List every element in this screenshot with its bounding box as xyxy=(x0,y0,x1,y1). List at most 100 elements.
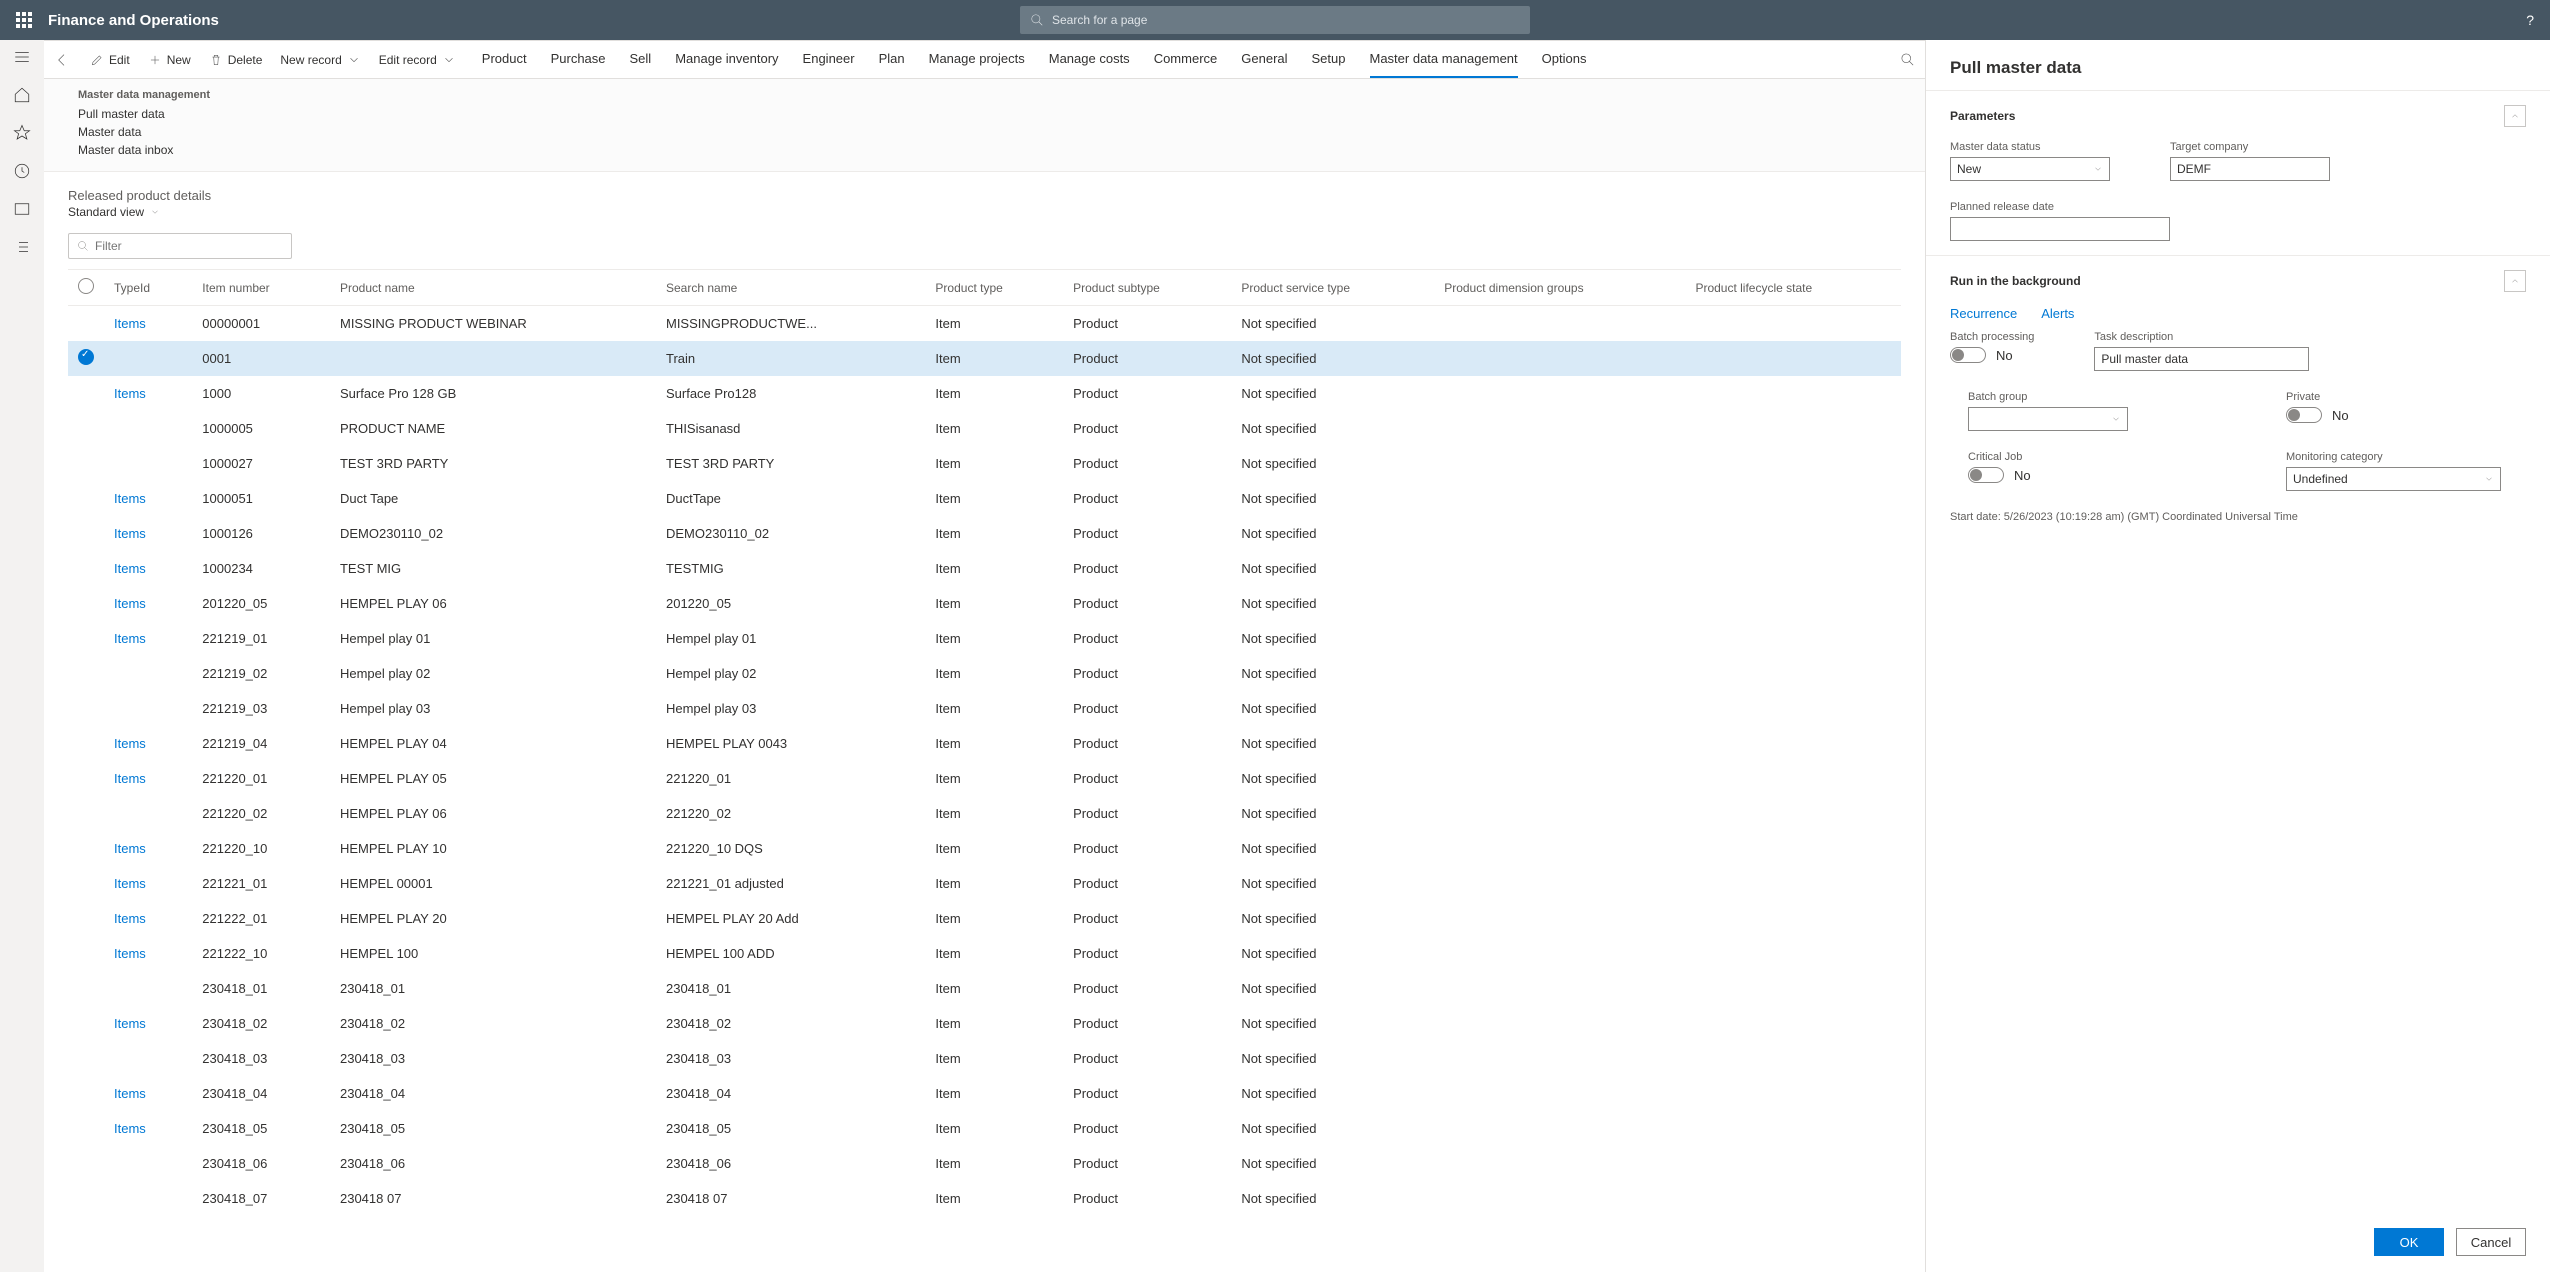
column-header[interactable]: Search name xyxy=(656,270,925,306)
cell[interactable]: Items xyxy=(104,1076,192,1111)
filter-box[interactable] xyxy=(68,233,292,259)
batch-group-select[interactable] xyxy=(1968,407,2128,431)
edit-record-button[interactable]: Edit record xyxy=(379,53,456,67)
table-row[interactable]: Items201220_05HEMPEL PLAY 06201220_05Ite… xyxy=(68,586,1901,621)
tab-sell[interactable]: Sell xyxy=(630,41,652,78)
table-row[interactable]: Items221222_10HEMPEL 100HEMPEL 100 ADDIt… xyxy=(68,936,1901,971)
secondary-link[interactable]: Pull master data xyxy=(78,107,1891,121)
table-row[interactable]: 230418_06230418_06230418_06ItemProductNo… xyxy=(68,1146,1901,1181)
table-row[interactable]: Items221220_10HEMPEL PLAY 10221220_10 DQ… xyxy=(68,831,1901,866)
table-row[interactable]: Items221221_01HEMPEL 00001221221_01 adju… xyxy=(68,866,1901,901)
table-row[interactable]: 1000027TEST 3RD PARTYTEST 3RD PARTYItemP… xyxy=(68,446,1901,481)
cell[interactable]: Items xyxy=(104,621,192,656)
table-row[interactable]: Items221219_01Hempel play 01Hempel play … xyxy=(68,621,1901,656)
master-data-status-select[interactable]: New xyxy=(1950,157,2110,181)
cell[interactable]: Items xyxy=(104,551,192,586)
cell[interactable]: Items xyxy=(104,516,192,551)
monitoring-select[interactable]: Undefined xyxy=(2286,467,2501,491)
critical-toggle[interactable]: No xyxy=(1968,467,2208,483)
cell[interactable]: Items xyxy=(104,866,192,901)
table-row[interactable]: Items1000Surface Pro 128 GBSurface Pro12… xyxy=(68,376,1901,411)
table-row[interactable]: 230418_07230418 07230418 07ItemProductNo… xyxy=(68,1181,1901,1216)
table-row[interactable]: 0001TrainItemProductNot specified xyxy=(68,341,1901,376)
cell[interactable]: Items xyxy=(104,761,192,796)
table-row[interactable]: Items00000001MISSING PRODUCT WEBINARMISS… xyxy=(68,306,1901,342)
table-row[interactable]: 221219_02Hempel play 02Hempel play 02Ite… xyxy=(68,656,1901,691)
cell[interactable]: Items xyxy=(104,586,192,621)
clock-icon[interactable] xyxy=(13,162,31,180)
table-row[interactable]: 221219_03Hempel play 03Hempel play 03Ite… xyxy=(68,691,1901,726)
tab-engineer[interactable]: Engineer xyxy=(803,41,855,78)
cell[interactable]: Items xyxy=(104,726,192,761)
global-search[interactable] xyxy=(1020,6,1530,34)
cancel-button[interactable]: Cancel xyxy=(2456,1228,2526,1256)
tab-manage-costs[interactable]: Manage costs xyxy=(1049,41,1130,78)
tab-product[interactable]: Product xyxy=(482,41,527,78)
table-row[interactable]: Items221222_01HEMPEL PLAY 20HEMPEL PLAY … xyxy=(68,901,1901,936)
alerts-link[interactable]: Alerts xyxy=(2041,306,2074,321)
column-header[interactable]: Item number xyxy=(192,270,330,306)
hamburger-icon[interactable] xyxy=(13,48,31,66)
table-row[interactable]: Items230418_02230418_02230418_02ItemProd… xyxy=(68,1006,1901,1041)
page-title[interactable]: Standard view xyxy=(68,205,1901,219)
star-icon[interactable] xyxy=(13,124,31,142)
task-description-input[interactable] xyxy=(2094,347,2309,371)
column-header[interactable]: Product dimension groups xyxy=(1434,270,1685,306)
table-row[interactable]: 230418_01230418_01230418_01ItemProductNo… xyxy=(68,971,1901,1006)
new-button[interactable]: New xyxy=(148,53,191,67)
target-company-input[interactable] xyxy=(2170,157,2330,181)
tab-commerce[interactable]: Commerce xyxy=(1154,41,1218,78)
cell[interactable]: Items xyxy=(104,936,192,971)
back-icon[interactable] xyxy=(54,52,70,68)
cell[interactable]: Items xyxy=(104,306,192,342)
run-background-header[interactable]: Run in the background xyxy=(1926,256,2550,306)
ok-button[interactable]: OK xyxy=(2374,1228,2444,1256)
search-input[interactable] xyxy=(1052,13,1520,27)
new-record-button[interactable]: New record xyxy=(280,53,360,67)
edit-button[interactable]: Edit xyxy=(90,53,130,67)
delete-button[interactable]: Delete xyxy=(209,53,263,67)
planned-release-input[interactable] xyxy=(1950,217,2170,241)
column-header[interactable]: Product subtype xyxy=(1063,270,1231,306)
select-all-checkbox[interactable] xyxy=(78,278,94,294)
table-row[interactable]: Items1000126DEMO230110_02DEMO230110_02It… xyxy=(68,516,1901,551)
batch-processing-toggle[interactable]: No xyxy=(1950,347,2034,363)
table-row[interactable]: Items1000234TEST MIGTESTMIGItemProductNo… xyxy=(68,551,1901,586)
tab-plan[interactable]: Plan xyxy=(879,41,905,78)
column-header[interactable]: Product type xyxy=(925,270,1063,306)
table-row[interactable]: 221220_02HEMPEL PLAY 06221220_02ItemProd… xyxy=(68,796,1901,831)
home-icon[interactable] xyxy=(13,86,31,104)
find-icon[interactable] xyxy=(1900,52,1915,67)
help-icon[interactable]: ? xyxy=(2526,12,2534,28)
cell[interactable]: Items xyxy=(104,831,192,866)
private-toggle[interactable]: No xyxy=(2286,407,2526,423)
app-launcher-icon[interactable] xyxy=(16,12,32,28)
cell[interactable]: Items xyxy=(104,376,192,411)
column-header[interactable]: Product name xyxy=(330,270,656,306)
secondary-link[interactable]: Master data xyxy=(78,125,1891,139)
table-row[interactable]: 230418_03230418_03230418_03ItemProductNo… xyxy=(68,1041,1901,1076)
row-checkbox[interactable] xyxy=(78,349,94,365)
table-row[interactable]: Items221220_01HEMPEL PLAY 05221220_01Ite… xyxy=(68,761,1901,796)
parameters-header[interactable]: Parameters xyxy=(1926,91,2550,141)
table-row[interactable]: Items221219_04HEMPEL PLAY 04HEMPEL PLAY … xyxy=(68,726,1901,761)
recurrence-link[interactable]: Recurrence xyxy=(1950,306,2017,321)
tab-setup[interactable]: Setup xyxy=(1312,41,1346,78)
cell[interactable]: Items xyxy=(104,481,192,516)
secondary-link[interactable]: Master data inbox xyxy=(78,143,1891,157)
tab-purchase[interactable]: Purchase xyxy=(551,41,606,78)
tab-options[interactable]: Options xyxy=(1542,41,1587,78)
tab-manage-inventory[interactable]: Manage inventory xyxy=(675,41,778,78)
tab-general[interactable]: General xyxy=(1241,41,1287,78)
modules-icon[interactable] xyxy=(13,238,31,256)
table-row[interactable]: Items230418_04230418_04230418_04ItemProd… xyxy=(68,1076,1901,1111)
table-row[interactable]: Items230418_05230418_05230418_05ItemProd… xyxy=(68,1111,1901,1146)
column-header[interactable]: Product service type xyxy=(1231,270,1434,306)
tab-master-data-management[interactable]: Master data management xyxy=(1370,41,1518,78)
cell[interactable]: Items xyxy=(104,1111,192,1146)
column-header[interactable]: TypeId xyxy=(104,270,192,306)
table-row[interactable]: Items1000051Duct TapeDuctTapeItemProduct… xyxy=(68,481,1901,516)
cell[interactable]: Items xyxy=(104,1006,192,1041)
filter-input[interactable] xyxy=(95,239,283,253)
tab-manage-projects[interactable]: Manage projects xyxy=(929,41,1025,78)
